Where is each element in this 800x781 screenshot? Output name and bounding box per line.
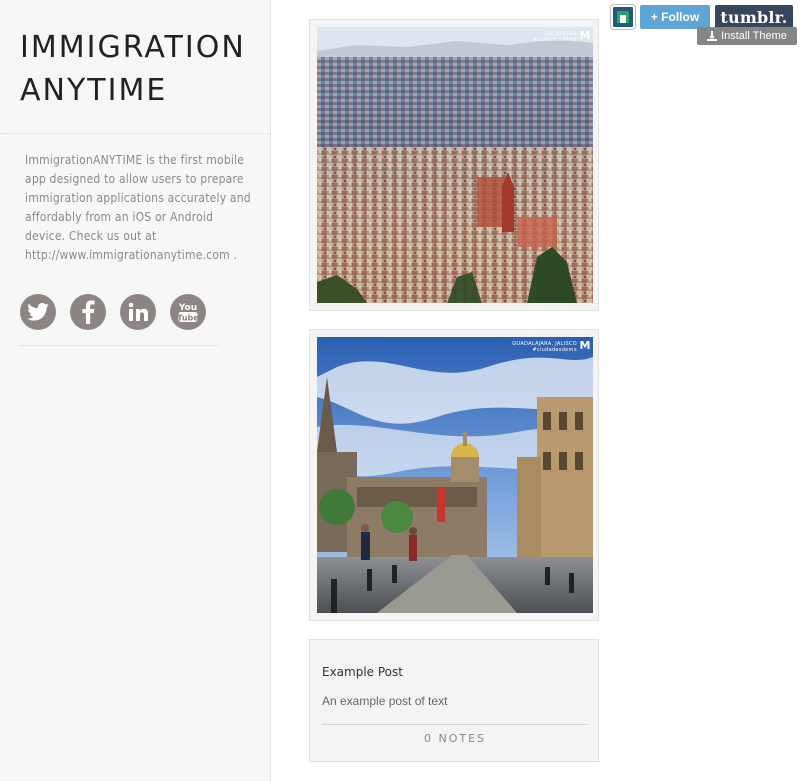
- youtube-icon: You Tube: [177, 303, 199, 323]
- sidebar: IMMIGRATION ANYTIME ImmigrationANYTIME i…: [0, 0, 271, 781]
- post-photo[interactable]: GUADALAJARA, JALISCO #ciudadesdemx M: [317, 337, 593, 613]
- cathedral-street-image: [317, 337, 593, 613]
- post-title[interactable]: Example Post: [322, 665, 403, 679]
- blog-title[interactable]: IMMIGRATION ANYTIME: [20, 26, 260, 112]
- post-divider: [322, 724, 588, 725]
- twitter-icon: [27, 303, 49, 321]
- linkedin-icon: [128, 302, 148, 321]
- photo-post: GUADALAJARA, JALISCO #ciudadesdemx M: [309, 329, 599, 621]
- post-body: An example post of text: [322, 694, 448, 708]
- download-icon: [707, 31, 718, 41]
- blog-title-line-2[interactable]: ANYTIME: [20, 73, 167, 108]
- text-post: Example Post An example post of text 0 N…: [309, 639, 599, 762]
- facebook-button[interactable]: [70, 294, 106, 330]
- photo-watermark: GUADALAJARA, JALISCO #ciudadesdemx: [512, 341, 577, 353]
- divider: [0, 133, 270, 134]
- post-photo[interactable]: ZACATECAS #ciudadesdemx M: [317, 27, 593, 303]
- watermark-logo: M: [579, 29, 591, 42]
- install-theme-button[interactable]: Install Theme: [697, 27, 797, 45]
- svg-text:Tube: Tube: [177, 314, 199, 323]
- youtube-button[interactable]: You Tube: [170, 294, 206, 330]
- city-panorama-image: [317, 27, 593, 303]
- photo-watermark: ZACATECAS #ciudadesdemx: [532, 31, 577, 43]
- facebook-icon: [82, 300, 95, 324]
- blog-title-line-1[interactable]: IMMIGRATION: [20, 30, 246, 65]
- svg-text:You: You: [178, 303, 197, 313]
- linkedin-button[interactable]: [120, 294, 156, 330]
- watermark-logo: M: [579, 339, 591, 352]
- post-notes-link[interactable]: 0 NOTES: [322, 732, 588, 745]
- photo-post: ZACATECAS #ciudadesdemx M: [309, 19, 599, 311]
- blog-description: ImmigrationANYTIME is the first mobile a…: [25, 153, 251, 262]
- social-links: You Tube: [20, 294, 206, 330]
- follow-button[interactable]: + Follow: [640, 5, 710, 29]
- divider: [20, 345, 220, 346]
- install-theme-label: Install Theme: [721, 30, 787, 42]
- twitter-button[interactable]: [20, 294, 56, 330]
- dashboard-icon[interactable]: [611, 5, 635, 29]
- tumblr-logo-button[interactable]: tumblr.: [715, 5, 793, 29]
